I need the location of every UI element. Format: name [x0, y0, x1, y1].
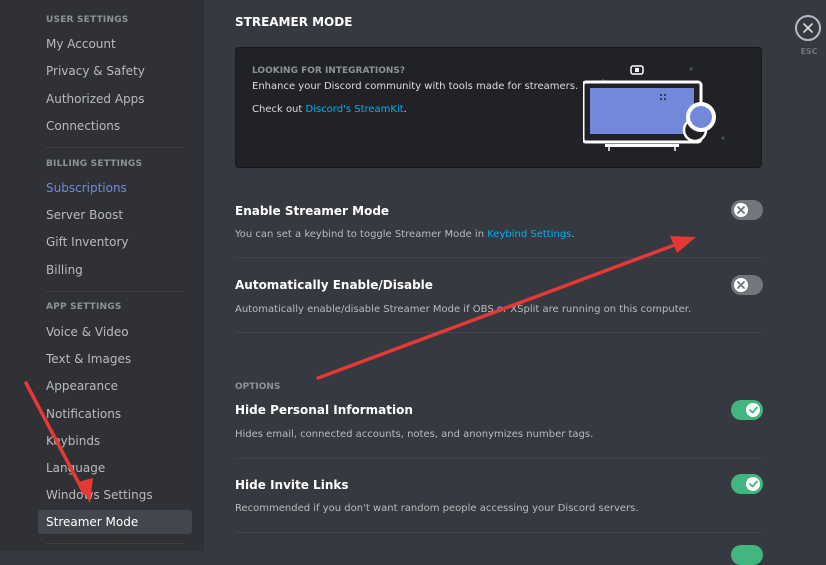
toggle-knob: [734, 203, 748, 217]
streamkit-link[interactable]: Discord's StreamKit: [306, 104, 404, 115]
next-option-toggle[interactable]: [731, 545, 763, 565]
setting-divider: [235, 458, 762, 459]
setting-title-hide-invite-links: Hide Invite Links: [235, 478, 349, 492]
x-icon: [737, 281, 745, 289]
sidebar-item-streamer-mode[interactable]: Streamer Mode: [38, 510, 192, 534]
sidebar-item-server-boost[interactable]: Server Boost: [38, 203, 192, 227]
setting-desc-hide-personal-info: Hides email, connected accounts, notes, …: [235, 429, 594, 440]
sidebar-item-gift-inventory[interactable]: Gift Inventory: [38, 230, 192, 254]
settings-content: STREAMER MODE LOOKING FOR INTEGRATIONS? …: [204, 0, 826, 565]
setting-divider: [235, 332, 762, 333]
toggle-knob: [746, 403, 760, 417]
sidebar-item-connections[interactable]: Connections: [38, 114, 192, 138]
setting-desc-auto-enable: Automatically enable/disable Streamer Mo…: [235, 304, 692, 315]
sidebar-item-text-images[interactable]: Text & Images: [38, 347, 192, 371]
sidebar-item-language[interactable]: Language: [38, 456, 192, 480]
promo-link-prefix: Check out: [252, 104, 306, 115]
setting-title-auto-enable: Automatically Enable/Disable: [235, 278, 433, 292]
sidebar-item-privacy-safety[interactable]: Privacy & Safety: [38, 59, 192, 83]
sidebar-item-keybinds[interactable]: Keybinds: [38, 429, 192, 453]
promo-link-line: Check out Discord's StreamKit.: [252, 104, 407, 115]
streamer-monitor-illustration: [583, 65, 725, 151]
setting-title-hide-personal-info: Hide Personal Information: [235, 403, 413, 417]
enable-streamer-mode-toggle[interactable]: [731, 200, 763, 220]
sidebar-item-windows-settings[interactable]: Windows Settings: [38, 483, 192, 507]
promo-link-suffix: .: [403, 104, 407, 115]
sidebar-header-app-settings: APP SETTINGS: [46, 302, 122, 312]
sidebar-header-user-settings: USER SETTINGS: [46, 15, 129, 25]
hide-personal-info-toggle[interactable]: [731, 400, 763, 420]
setting-divider: [235, 532, 762, 533]
setting-divider: [235, 257, 762, 258]
settings-sidebar: USER SETTINGS My Account Privacy & Safet…: [0, 0, 204, 551]
sidebar-header-billing-settings: BILLING SETTINGS: [46, 159, 143, 169]
promo-description: Enhance your Discord community with tool…: [252, 81, 579, 92]
x-icon: [737, 206, 745, 214]
sidebar-item-subscriptions[interactable]: Subscriptions: [38, 176, 192, 200]
setting-desc-enable-streamer-mode: You can set a keybind to toggle Streamer…: [235, 229, 575, 240]
sidebar-item-billing[interactable]: Billing: [38, 258, 192, 282]
options-section-label: OPTIONS: [235, 382, 281, 392]
sidebar-separator: [46, 543, 184, 544]
esc-label: ESC: [800, 47, 818, 56]
sidebar-item-my-account[interactable]: My Account: [38, 32, 192, 56]
promo-heading: LOOKING FOR INTEGRATIONS?: [252, 66, 406, 76]
setting-title-enable-streamer-mode: Enable Streamer Mode: [235, 204, 390, 218]
page-title: STREAMER MODE: [235, 15, 353, 29]
hide-invite-links-toggle[interactable]: [731, 474, 763, 494]
auto-enable-toggle[interactable]: [731, 275, 763, 295]
streamkit-promo-card: LOOKING FOR INTEGRATIONS? Enhance your D…: [235, 47, 762, 168]
setting-desc-hide-invite-links: Recommended if you don't want random peo…: [235, 503, 639, 514]
checkmark-icon: [748, 480, 758, 488]
sidebar-separator: [46, 147, 184, 148]
sidebar-item-voice-video[interactable]: Voice & Video: [38, 320, 192, 344]
setting-desc-suffix: .: [571, 229, 575, 240]
close-icon: [803, 23, 813, 33]
setting-desc-prefix: You can set a keybind to toggle Streamer…: [235, 229, 488, 240]
toggle-knob: [734, 278, 748, 292]
sidebar-item-appearance[interactable]: Appearance: [38, 374, 192, 398]
sidebar-item-notifications[interactable]: Notifications: [38, 402, 192, 426]
sidebar-separator: [46, 291, 184, 292]
close-button[interactable]: [795, 15, 821, 41]
checkmark-icon: [748, 406, 758, 414]
toggle-knob: [746, 477, 760, 491]
keybind-settings-link[interactable]: Keybind Settings: [487, 229, 571, 240]
close-settings[interactable]: ESC: [795, 15, 823, 56]
sidebar-item-authorized-apps[interactable]: Authorized Apps: [38, 87, 192, 111]
